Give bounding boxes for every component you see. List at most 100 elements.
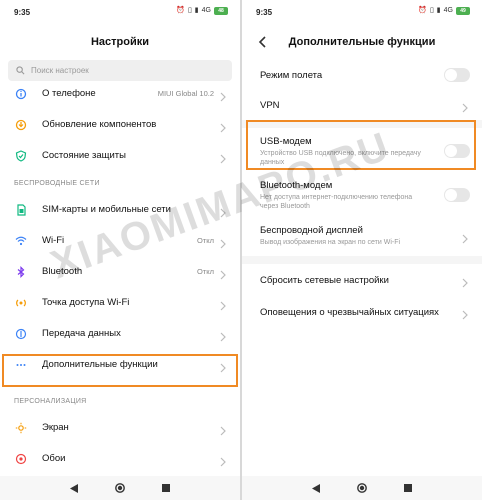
section-header-personal: ПЕРСОНАЛИЗАЦИЯ xyxy=(14,398,87,405)
search-placeholder: Поиск настроек xyxy=(31,66,89,75)
airplane-mode-row[interactable]: Режим полета xyxy=(242,60,482,90)
chevron-right-icon xyxy=(220,120,226,132)
status-icons-right: ⏰ ▯ ▮ 4G 49 xyxy=(418,6,470,16)
airplane-mode-toggle[interactable] xyxy=(444,68,470,82)
settings-item-label: Wi-Fi xyxy=(42,235,65,246)
wireless-list: SIM-карты и мобильные сети Wi-Fi Откл Bluet… xyxy=(0,194,240,380)
bluetooth-modem-toggle[interactable] xyxy=(444,188,470,202)
highlight-usb-modem xyxy=(246,120,476,170)
alarm-icon: ⏰ xyxy=(418,7,427,14)
additional-functions-list: Режим полета VPN USB-модем Устройство US… xyxy=(242,60,482,328)
wireless-display-row[interactable]: Беспроводной дисплей Вывод изображения н… xyxy=(242,216,482,256)
settings-item-label: Состояние защиты xyxy=(42,150,126,161)
settings-item-label: Обновление компонентов xyxy=(42,119,157,130)
reset-network-label: Сбросить сетевые настройки xyxy=(260,274,389,286)
title-bar-right: Дополнительные функции xyxy=(242,30,482,54)
settings-panel: 9:35 ⏰ ▯ ▮ 4G 48 Настройки Поиск настрое… xyxy=(0,0,240,500)
search-icon xyxy=(16,66,25,75)
settings-item-data[interactable]: Передача данных xyxy=(0,318,240,349)
phone-icon xyxy=(14,87,28,101)
bluetooth-icon xyxy=(14,265,28,279)
back-nav-icon[interactable] xyxy=(311,483,321,493)
settings-list-top: О телефоне MIUI Global 10.2 Обновление ком… xyxy=(0,78,240,171)
settings-item-label: Передача данных xyxy=(42,328,121,339)
settings-section-personal: ПЕРСОНАЛИЗАЦИЯ Экран Обои xyxy=(0,392,240,474)
settings-item-value: Откл xyxy=(196,236,214,245)
signal-icon: ▮ xyxy=(194,7,199,14)
chevron-right-icon xyxy=(220,267,226,279)
vpn-label: VPN xyxy=(260,99,280,111)
highlight-more-functions xyxy=(2,354,238,387)
home-nav-icon[interactable] xyxy=(357,483,367,493)
settings-item-label: Bluetooth xyxy=(42,266,83,277)
settings-item-label: Точка доступа Wi-Fi xyxy=(42,297,130,308)
settings-item-wifi[interactable]: Wi-Fi Откл xyxy=(0,225,240,256)
vpn-row[interactable]: VPN xyxy=(242,90,482,120)
reset-network-row[interactable]: Сбросить сетевые настройки xyxy=(242,264,482,296)
signal-icon: ▮ xyxy=(436,7,441,14)
settings-item-value: Откл xyxy=(196,267,214,276)
network-type: 4G xyxy=(201,7,211,14)
chevron-right-icon xyxy=(220,298,226,310)
settings-item-sim[interactable]: SIM-карты и мобильные сети xyxy=(0,194,240,225)
settings-item-hotspot[interactable]: Точка доступа Wi-Fi xyxy=(0,287,240,318)
status-time-right: 9:35 xyxy=(256,8,273,17)
page-title: Настройки xyxy=(90,36,150,48)
alarm-icon: ⏰ xyxy=(176,7,185,14)
settings-item-value: MIUI Global 10.2 xyxy=(157,89,214,98)
battery-icon-right: 49 xyxy=(456,7,470,15)
status-bar: 9:35 ⏰ ▯ ▮ 4G 48 xyxy=(0,0,240,24)
recents-nav-icon[interactable] xyxy=(161,483,171,493)
wireless-display-label: Беспроводной дисплей xyxy=(260,225,363,236)
chevron-right-icon xyxy=(462,307,468,320)
vibrate-icon: ▯ xyxy=(187,7,192,14)
settings-item-label: SIM-карты и мобильные сети xyxy=(42,204,171,215)
shield-icon xyxy=(14,149,28,163)
settings-item-label: О телефоне xyxy=(42,88,96,99)
data-icon xyxy=(14,327,28,341)
vibrate-icon: ▯ xyxy=(429,7,434,14)
bluetooth-modem-row[interactable]: Bluetooth-модем Нет доступа интернет-под… xyxy=(242,174,482,216)
emergency-alerts-row[interactable]: Оповещения о чрезвычайных ситуациях xyxy=(242,296,482,328)
additional-functions-panel: 9:35 ⏰ ▯ ▮ 4G 49 Дополнительные функции … xyxy=(242,0,482,500)
settings-item-wallpaper[interactable]: Обои xyxy=(0,443,240,474)
battery-icon: 48 xyxy=(214,7,228,15)
recents-nav-icon[interactable] xyxy=(403,483,413,493)
personal-list: Экран Обои xyxy=(0,412,240,474)
chevron-right-icon xyxy=(462,275,468,288)
settings-item-phone[interactable]: О телефоне MIUI Global 10.2 xyxy=(0,78,240,109)
settings-item-shield[interactable]: Состояние защиты xyxy=(0,140,240,171)
wallpaper-icon xyxy=(14,452,28,466)
nav-bar xyxy=(0,476,240,500)
status-time: 9:35 xyxy=(14,8,31,17)
settings-item-label: Экран xyxy=(42,422,69,433)
chevron-right-icon xyxy=(462,231,468,244)
settings-item-update[interactable]: Обновление компонентов xyxy=(0,109,240,140)
home-nav-icon[interactable] xyxy=(115,483,125,493)
status-icons: ⏰ ▯ ▮ 4G 48 xyxy=(176,6,228,16)
settings-section-wireless: БЕСПРОВОДНЫЕ СЕТИ SIM-карты и мобильные … xyxy=(0,174,240,380)
chevron-right-icon xyxy=(220,329,226,341)
section-header-wireless: БЕСПРОВОДНЫЕ СЕТИ xyxy=(14,180,100,187)
chevron-right-icon xyxy=(462,100,468,113)
back-nav-icon[interactable] xyxy=(69,483,79,493)
nav-bar-right xyxy=(242,476,482,500)
section-gap xyxy=(242,256,482,264)
network-type-right: 4G xyxy=(443,7,453,14)
title-bar: Настройки xyxy=(0,30,240,54)
chevron-right-icon xyxy=(220,454,226,466)
hotspot-icon xyxy=(14,296,28,310)
page-title-right: Дополнительные функции xyxy=(288,36,436,48)
chevron-right-icon xyxy=(220,236,226,248)
chevron-right-icon xyxy=(220,151,226,163)
settings-item-label: Обои xyxy=(42,453,66,464)
chevron-right-icon xyxy=(220,205,226,217)
status-bar-right: 9:35 ⏰ ▯ ▮ 4G 49 xyxy=(242,0,482,24)
chevron-right-icon xyxy=(220,89,226,101)
update-icon xyxy=(14,118,28,132)
settings-item-screen[interactable]: Экран xyxy=(0,412,240,443)
settings-item-bluetooth[interactable]: Bluetooth Откл xyxy=(0,256,240,287)
screen-icon xyxy=(14,421,28,435)
sim-icon xyxy=(14,203,28,217)
wireless-display-sub: Вывод изображения на экран по сети Wi-Fi xyxy=(260,239,401,246)
